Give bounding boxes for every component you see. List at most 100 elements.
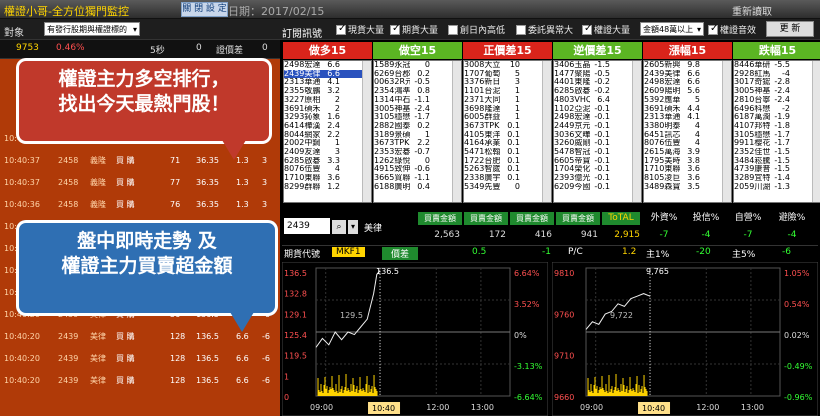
checkbox-icon[interactable] [582,23,592,35]
y-tick-left: 132.8 [284,290,307,299]
column-header-5[interactable]: 跌幅15 [733,42,820,59]
list-item[interactable]: 2059川湖 -1.3 [734,182,820,192]
chevron-down-icon: ▾ [696,25,701,34]
futures-code[interactable]: MKF1 [332,247,365,257]
y-tick-right: 0.02% [784,331,810,340]
item-name: 1477聚陽 [554,69,590,78]
list-item[interactable]: 3008大立光10 [464,61,551,70]
item-name: 6285啟碁 [284,156,320,165]
list-item[interactable]: 2353宏碁 -0.7 [374,147,461,157]
check-label: 期貨大量 [402,26,439,36]
list-item[interactable]: 2609陽明 5.6 [644,86,731,96]
checkbox-icon[interactable] [516,24,526,35]
list-item[interactable]: 8446華研- -5.5 [734,61,820,70]
item-name: 2449京元電 [554,121,590,130]
column-header-1[interactable]: 做空15 [373,42,462,59]
list-item[interactable]: 6188廣明 0.4 [374,182,461,192]
head-trust: 投信% [692,213,720,223]
target-select[interactable]: 有發行股期與權證標的 ▾ [44,22,140,36]
list-item[interactable]: 3376新日興3 [464,78,551,87]
list-item[interactable]: 2338廣宇 0.1 [464,173,551,183]
item-name: 2498宏達電 [644,78,680,87]
scrollbar[interactable] [632,61,641,202]
list-item[interactable]: 8299群聯 1.2 [284,182,371,192]
y-tick-right: -6.64% [514,393,543,402]
close-settings-button[interactable]: 關 閉 設 定 [181,2,228,17]
callout-line1: 盤中即時走勢 及 [77,230,217,252]
list-item[interactable]: 3227原相 2 [284,95,371,105]
check-intraday-highlow[interactable]: 創日內高低 [448,23,505,36]
update-button[interactable]: 更 新 [766,21,814,37]
checkbox-icon[interactable] [448,24,458,35]
trade-row[interactable]: 10:40:37 2458 義隆 買 購 77 36.35 1.3 3 [0,174,280,191]
item-name: 1314中石化 [374,95,410,104]
trade-row[interactable]: 10:40:36 2458 義隆 買 購 76 36.35 1.3 3 [0,196,280,213]
list-item[interactable]: 3698隆達 1 [464,104,551,114]
check-order-anomaly[interactable]: 委託異常大 [516,23,573,36]
list-item[interactable]: 6209今國光 -0.1 [554,182,641,192]
item-name: 2615萬海 [644,148,680,157]
column-header-2[interactable]: 正價差15 [463,42,552,59]
list-item[interactable]: 1707葡萄王5 [464,69,551,79]
y-tick-right: 1.05% [784,269,810,278]
ranking-list-5[interactable]: 8446華研- -5.5 2928紅馬- -4 3017奇鋐 -2.8 3005神基 -2.4… [733,60,820,203]
list-item[interactable]: 2355敬鵬 3.2 [284,86,371,96]
trade-cell-code: 2458 [58,178,79,187]
x-tick: 12:00 [426,403,449,412]
header-code: 9753 [16,43,39,53]
checkbox-icon[interactable] [390,23,400,35]
list-item[interactable]: 6451訊芯- 4 [644,130,731,140]
list-item[interactable]: 2371大同 1 [464,95,551,105]
item-name: 2409友達 [284,148,320,157]
reload-button[interactable]: 重新讀取 [732,3,772,18]
ranking-list-4[interactable]: 2605新興9.82439美律6.62498宏達電6.62609陽明5.6539… [643,60,732,203]
scrollbar[interactable] [452,61,461,202]
trade-cell-c: 1.3 [236,200,249,209]
search-icon[interactable]: ⌕ [332,220,346,234]
column-header-4[interactable]: 漲幅15 [643,42,732,59]
time-marker: 10:40 [372,404,395,413]
header-interval[interactable]: 5秒 [150,43,165,56]
ranking-list-2[interactable]: 3008大立光101707葡萄王53376新日興31101台泥12371大同13… [463,60,552,203]
head-total: ToTAL [602,212,640,225]
check-spot-volume[interactable]: 現貨大量 [336,23,384,36]
trade-cell-act: 買 購 [116,354,135,363]
scrollbar[interactable] [542,61,551,202]
ranking-list-1[interactable]: 1589永冠06269台郡0.200632R元大台-0.52354鴻準0.813… [373,60,462,203]
chevron-down-icon: ▾ [132,25,137,34]
trade-row[interactable]: 10:40:20 2439 美律 買 購 128 136.5 6.6 -6 [0,372,280,389]
main1-label: 主1% [646,250,670,260]
list-item[interactable]: 6285啟碁 3.3 [284,156,371,166]
check-warrant-sound[interactable]: 權證音效 [708,23,756,36]
list-item[interactable]: 2810台寧 -2.4 [734,95,820,105]
head-foreign: 外資% [650,213,678,223]
scrollbar[interactable] [362,61,371,202]
scrollbar[interactable] [812,61,820,202]
callout-line1: 權證主力多空排行， [58,68,230,90]
scrollbar[interactable] [722,61,731,202]
list-item[interactable]: 5349先豐 0 [464,182,551,192]
stock-code-input[interactable]: 2439 [284,218,330,234]
chevron-down-icon[interactable]: ▾ [348,220,358,234]
trade-cell-time: 10:40:37 [4,156,40,165]
amount-select[interactable]: 金額48萬以上 ▾ [640,22,704,36]
column-header-0[interactable]: 做多15 [283,42,372,59]
list-item[interactable]: 2313華通 4.1 [644,113,731,122]
list-item[interactable]: 3489森寶 3.5 [644,182,731,192]
trade-row[interactable]: 10:40:20 2439 美律 買 購 128 136.5 6.6 -6 [0,350,280,367]
list-item[interactable]: 2002中鋼 1 [284,139,371,148]
check-warrant-volume[interactable]: 權證大量 [582,23,630,36]
list-item[interactable]: 3380明泰 4 [644,121,731,131]
checkbox-icon[interactable] [708,23,718,35]
list-item[interactable]: 1101台泥 1 [464,86,551,96]
ranking-list-0[interactable]: 2498宏達電6.62439美律6.62313華通4.12355敬鵬3.2322… [283,60,372,203]
checkbox-icon[interactable] [336,23,346,35]
trade-cell-code: 2458 [58,156,79,165]
trade-cell-d: 3 [262,200,268,209]
check-futures-volume[interactable]: 期貨大量 [390,23,438,36]
list-item[interactable]: 8044網家 2.2 [284,130,371,140]
item-name: 4164承業醫 [464,139,500,148]
list-item[interactable]: 2882國泰金0.2 [374,121,461,131]
ranking-list-3[interactable]: 3406玉晶光-1.51477聚陽-0.54401東隆興-0.26285啟碁-0… [553,60,642,203]
column-header-3[interactable]: 逆價差15 [553,42,642,59]
